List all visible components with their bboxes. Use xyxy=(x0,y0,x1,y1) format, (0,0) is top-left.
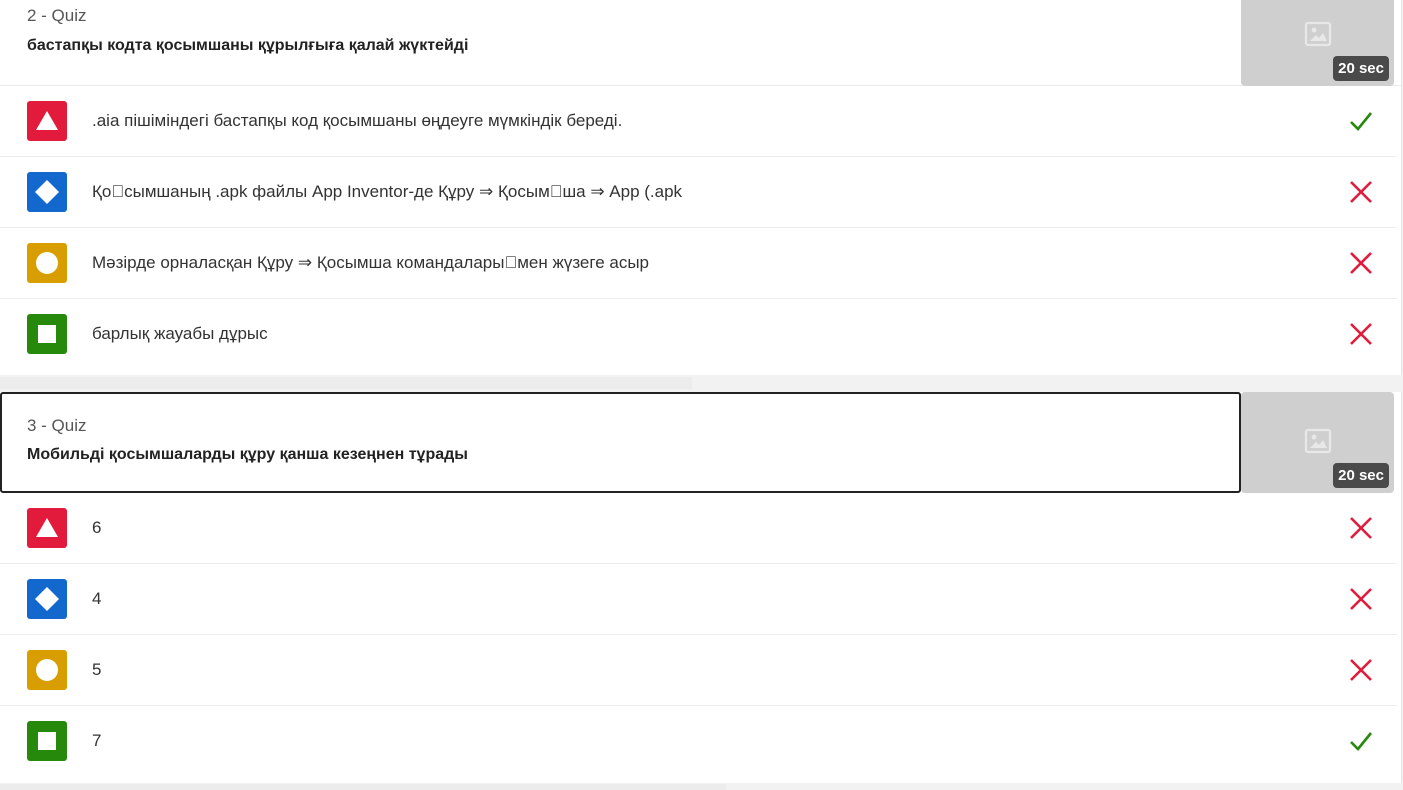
square-icon xyxy=(27,314,67,354)
square-icon xyxy=(27,721,67,761)
cross-icon xyxy=(1350,517,1372,539)
quiz-card-2: 2 - Quiz бастапқы кодта қосымшаны құрылғ… xyxy=(0,0,1402,375)
quiz-card-3: 3 - Quiz Мобильді қосымшаларды құру қанш… xyxy=(0,392,1402,783)
media-placeholder[interactable]: 20 sec xyxy=(1241,392,1394,493)
cross-icon xyxy=(1350,252,1372,274)
answer-option: Қо сымшаның .apk файлы App Inventor-де Қ… xyxy=(0,157,1397,228)
time-limit-badge: 20 sec xyxy=(1333,463,1389,488)
quiz-header[interactable]: 2 - Quiz бастапқы кодта қосымшаны құрылғ… xyxy=(0,0,1401,86)
quiz-question: бастапқы кодта қосымшаны құрылғыға қалай… xyxy=(27,37,469,54)
cross-icon xyxy=(1350,659,1372,681)
answer-text: 7 xyxy=(92,731,102,750)
triangle-icon xyxy=(27,508,67,548)
answer-option: 7 xyxy=(0,706,1397,777)
answer-option: 6 xyxy=(0,493,1397,564)
divider xyxy=(0,784,726,790)
quiz-number: 2 - Quiz xyxy=(27,6,87,25)
circle-icon xyxy=(27,650,67,690)
answer-option: 5 xyxy=(0,635,1397,706)
media-placeholder[interactable]: 20 sec xyxy=(1241,0,1394,86)
answer-option: .aia пішіміндегі бастапқы код қосымшаны … xyxy=(0,86,1397,157)
answer-text: барлық жауабы дұрыс xyxy=(92,324,268,343)
answer-text: .aia пішіміндегі бастапқы код қосымшаны … xyxy=(92,111,623,130)
answer-text: 6 xyxy=(92,518,102,537)
answer-option: барлық жауабы дұрыс xyxy=(0,299,1397,370)
answer-text: 4 xyxy=(92,589,102,608)
quiz-question: Мобильді қосымшаларды құру қанша кезеңне… xyxy=(27,446,468,463)
quiz-number: 3 - Quiz xyxy=(27,416,87,435)
answer-text: Мәзірде орналасқан Құру ⇒ Қосымша команд… xyxy=(92,253,650,272)
divider xyxy=(0,377,692,389)
answer-text: 5 xyxy=(92,660,102,679)
cross-icon xyxy=(1350,588,1372,610)
image-placeholder-icon xyxy=(1304,21,1332,47)
time-limit-badge: 20 sec xyxy=(1333,56,1389,81)
answer-option: 4 xyxy=(0,564,1397,635)
answer-option: Мәзірде орналасқан Құру ⇒ Қосымша команд… xyxy=(0,228,1397,299)
cross-icon xyxy=(1350,181,1372,203)
cross-icon xyxy=(1350,323,1372,345)
image-placeholder-icon xyxy=(1304,428,1332,454)
diamond-icon xyxy=(27,579,67,619)
quiz-header[interactable]: 3 - Quiz Мобильді қосымшаларды құру қанш… xyxy=(0,392,1241,493)
check-icon xyxy=(1350,732,1373,751)
check-icon xyxy=(1350,112,1373,131)
answer-text: Қо сымшаның .apk файлы App Inventor-де Қ… xyxy=(92,182,683,201)
circle-icon xyxy=(27,243,67,283)
triangle-icon xyxy=(27,101,67,141)
diamond-icon xyxy=(27,172,67,212)
